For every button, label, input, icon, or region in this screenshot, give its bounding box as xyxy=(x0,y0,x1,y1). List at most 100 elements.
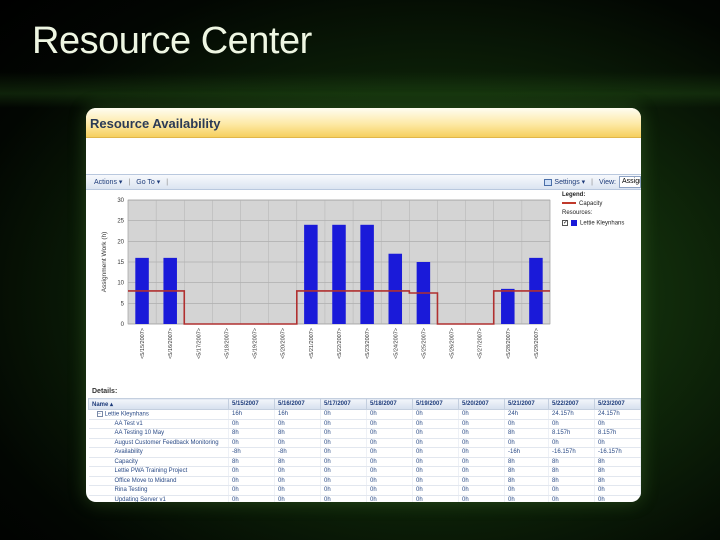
x-tick-label: <5/17/2007> xyxy=(196,328,202,359)
table-cell: 0h xyxy=(366,457,413,467)
details-header-row: Name ▴ 5/15/2007 5/16/2007 5/17/2007 5/18/20… xyxy=(88,398,641,410)
table-cell: 0h xyxy=(228,485,275,496)
table-cell: 0h xyxy=(504,485,549,496)
table-cell: 0h xyxy=(274,485,321,496)
x-tick-label: <5/29/2007> xyxy=(534,328,540,359)
table-cell: 8.157h xyxy=(548,428,595,439)
table-cell: 0h xyxy=(458,466,505,477)
column-header-date[interactable]: 5/22/2007 xyxy=(548,398,595,410)
table-cell: 0h xyxy=(320,457,367,467)
column-header-date[interactable]: 5/23/2007 xyxy=(594,398,641,410)
table-cell: -8h xyxy=(274,447,321,458)
column-header-name[interactable]: Name ▴ xyxy=(88,398,229,410)
column-header-date[interactable]: 5/21/2007 xyxy=(504,398,549,410)
y-tick-label: 25 xyxy=(117,219,124,225)
table-cell: 0h xyxy=(274,466,321,477)
row-name-cell: Lettie PWA Training Project xyxy=(88,466,229,477)
panel-title: Resource Availability xyxy=(90,116,221,131)
bar-assignment-work xyxy=(332,224,346,324)
column-header-date[interactable]: 5/16/2007 xyxy=(274,398,321,410)
table-row[interactable]: AA Test v1 0h 0h 0h 0h 0h 0h 0h 0h 0h xyxy=(88,419,641,429)
table-cell: 0h xyxy=(412,438,459,448)
table-row[interactable]: Rina Testing 0h 0h 0h 0h 0h 0h 0h 0h 0h xyxy=(88,485,641,496)
legend-resource-item[interactable]: ✓ Lettie Kleynhans xyxy=(562,220,641,227)
table-cell: 0h xyxy=(412,447,459,458)
table-cell: 0h xyxy=(458,438,505,448)
table-cell: 16h xyxy=(228,409,275,420)
decorative-band xyxy=(0,72,720,108)
table-cell: 0h xyxy=(228,419,275,429)
x-tick-label: <5/21/2007> xyxy=(309,328,315,359)
table-row[interactable]: August Customer Feedback Monitoring 0h 0h 0… xyxy=(88,438,641,448)
x-tick-label: <5/20/2007> xyxy=(281,328,287,359)
toolbar-right: Settings ▾ | View: Assign xyxy=(544,175,641,189)
x-tick-label: <5/15/2007> xyxy=(140,328,146,359)
row-name-cell: AA Testing 10 May xyxy=(88,428,229,439)
row-name-text: Capacity xyxy=(114,458,138,465)
table-cell: 0h xyxy=(594,438,641,448)
table-row[interactable]: Office Move to Midrand 0h 0h 0h 0h 0h 0h 8h 8h 8h xyxy=(88,476,641,486)
x-tick-label: <5/23/2007> xyxy=(365,328,371,359)
checkbox-icon[interactable]: ✓ xyxy=(562,220,568,226)
table-cell: 0h xyxy=(366,466,413,477)
goto-menu[interactable]: Go To ▾ xyxy=(136,178,160,186)
table-cell: 0h xyxy=(594,495,641,502)
table-cell: 0h xyxy=(594,419,641,429)
panel-header: Resource Availability xyxy=(86,108,641,138)
panel-spacer xyxy=(86,138,641,174)
x-tick-label: <5/19/2007> xyxy=(253,328,259,359)
table-cell: 0h xyxy=(504,495,549,502)
legend-capacity-label: Capacity xyxy=(579,201,603,207)
table-cell: 0h xyxy=(412,419,459,429)
row-name-cell: AA Test v1 xyxy=(88,419,229,429)
table-row[interactable]: Availability -8h -8h 0h 0h 0h 0h -16h -16.157h -1… xyxy=(88,447,641,458)
legend-resources-title: Resources: xyxy=(562,210,593,216)
table-row[interactable]: AA Testing 10 May 8h 8h 0h 0h 0h 0h 8h 8.157h 8.1… xyxy=(88,428,641,439)
column-header-date[interactable]: 5/18/2007 xyxy=(366,398,413,410)
y-tick-label: 20 xyxy=(117,239,124,245)
bar-assignment-work xyxy=(388,253,403,324)
legend-title: Legend: xyxy=(562,192,586,198)
y-tick-label: 5 xyxy=(121,301,125,307)
collapse-icon[interactable]: − xyxy=(96,410,103,417)
x-tick-label: <5/22/2007> xyxy=(337,328,343,359)
table-cell: 0h xyxy=(412,495,459,502)
table-cell: 0h xyxy=(458,419,505,429)
table-cell: 0h xyxy=(366,409,413,420)
column-header-date[interactable]: 5/20/2007 xyxy=(458,398,505,410)
x-tick-label: <5/28/2007> xyxy=(506,328,512,359)
x-tick-label: <5/25/2007> xyxy=(421,328,427,359)
resource-color-icon xyxy=(571,220,577,226)
actions-menu[interactable]: Actions ▾ xyxy=(94,178,122,186)
x-tick-label: <5/16/2007> xyxy=(168,328,174,359)
toolbar-separator: | xyxy=(128,178,131,186)
table-cell: 24.157h xyxy=(548,409,595,420)
details-table: Name ▴ 5/15/2007 5/16/2007 5/17/2007 5/18/20… xyxy=(88,398,641,502)
column-header-date[interactable]: 5/17/2007 xyxy=(320,398,367,410)
row-name-text: AA Testing 10 May xyxy=(114,430,165,437)
table-row[interactable]: − Lettie Kleynhans 16h 16h 0h 0h 0h 0h 24h 24.157… xyxy=(88,409,641,420)
table-cell: 0h xyxy=(366,428,413,439)
table-cell: 8h xyxy=(548,466,595,477)
table-cell: 0h xyxy=(366,495,413,502)
table-cell: 0h xyxy=(320,409,367,420)
table-row[interactable]: Capacity 8h 8h 0h 0h 0h 0h 8h 8h 8h xyxy=(88,457,641,467)
row-name-text: Lettie PWA Training Project xyxy=(114,468,188,475)
capacity-line-icon xyxy=(562,202,576,205)
table-cell: -16h xyxy=(504,447,549,458)
row-name-text: Lettie Kleynhans xyxy=(104,411,149,418)
settings-menu[interactable]: Settings ▾ xyxy=(554,178,585,186)
column-header-date[interactable]: 5/15/2007 xyxy=(228,398,275,410)
view-select[interactable]: Assign xyxy=(619,176,641,188)
table-cell: 8h xyxy=(228,457,275,467)
column-header-date[interactable]: 5/19/2007 xyxy=(412,398,459,410)
table-cell: 0h xyxy=(228,476,275,486)
table-row[interactable]: Lettie PWA Training Project 0h 0h 0h 0h 0h 0h 8… xyxy=(88,466,641,477)
table-cell: 0h xyxy=(366,485,413,496)
table-cell: -8h xyxy=(228,447,275,458)
table-row[interactable]: Updating Server v1 0h 0h 0h 0h 0h 0h 0h 0h 0h xyxy=(88,495,641,502)
table-cell: 8h xyxy=(504,476,549,486)
row-name-cell: − Lettie Kleynhans xyxy=(88,409,229,420)
toolbar-separator: | xyxy=(591,178,593,186)
row-name-text: Availability xyxy=(114,449,143,456)
